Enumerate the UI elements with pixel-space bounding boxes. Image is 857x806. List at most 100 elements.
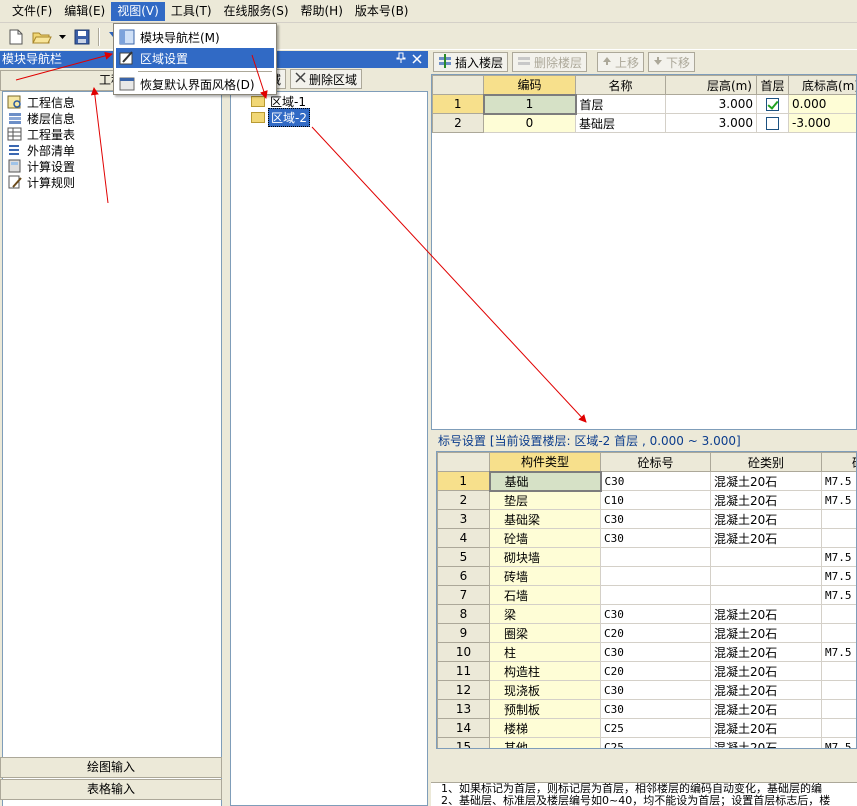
cell-component-type[interactable]: 石墙 [489,585,601,605]
cell-concrete-category[interactable] [710,585,822,605]
cell-component-type[interactable]: 砼墙 [489,528,601,548]
row-number[interactable]: 2 [437,490,490,510]
cell-mortar[interactable]: M7.5 [821,490,856,510]
table-row[interactable]: 7 石墙 M7.5 [437,585,856,605]
cell-first-floor[interactable] [756,94,789,114]
cell-height[interactable]: 3.000 [665,94,757,114]
row-number[interactable]: 1 [432,94,484,114]
cell-base-elevation[interactable]: 0.000 [788,94,856,114]
col-header-code[interactable]: 编码 [483,75,576,95]
row-number[interactable]: 3 [437,509,490,529]
cell-concrete-category[interactable]: 混凝土20石 [710,623,822,643]
move-up-button[interactable]: 上移 [597,52,645,72]
row-number[interactable]: 13 [437,699,490,719]
nav-item-external-list[interactable]: 外部清单 [7,142,75,158]
cell-mortar[interactable] [821,509,856,529]
cell-concrete-category[interactable]: 混凝土20石 [710,528,822,548]
table-row[interactable]: 13 预制板 C30 混凝土20石 [437,699,856,719]
cell-component-type[interactable]: 圈梁 [489,623,601,643]
cell-component-type[interactable]: 基础梁 [489,509,601,529]
insert-floor-button[interactable]: 插入楼层 [433,52,509,72]
cell-component-type[interactable]: 其他 [489,737,601,748]
table-row[interactable]: 6 砖墙 M7.5 [437,566,856,586]
cell-concrete-grade[interactable]: C25 [600,737,711,748]
nav-item-calc-settings[interactable]: 计算设置 [7,158,75,174]
cell-concrete-grade[interactable]: C25 [600,718,711,738]
cell-mortar[interactable] [821,528,856,548]
delete-region-button[interactable]: 删除区域 [290,69,363,89]
table-row[interactable]: 9 圈梁 C20 混凝土20石 [437,623,856,643]
cell-concrete-category[interactable]: 混凝土20石 [710,509,822,529]
first-floor-checkbox[interactable] [766,98,779,111]
row-number[interactable]: 1 [437,471,490,491]
cell-concrete-category[interactable]: 混凝土20石 [710,699,822,719]
menu-version[interactable]: 版本号(B) [349,2,415,21]
cell-concrete-grade[interactable] [600,585,711,605]
new-file-icon[interactable] [6,27,26,47]
row-number[interactable]: 4 [437,528,490,548]
cell-component-type[interactable]: 现浇板 [489,680,601,700]
move-down-button[interactable]: 下移 [648,52,696,72]
tree-node-region-2[interactable]: 区域-2 [251,107,310,127]
table-row[interactable]: 3 基础梁 C30 混凝土20石 [437,509,856,529]
cell-concrete-grade[interactable]: C30 [600,699,711,719]
table-row[interactable]: 1 1 首层 3.000 0.000 [432,93,856,115]
menu-view[interactable]: 视图(V) [111,1,165,21]
row-number[interactable]: 12 [437,680,490,700]
cell-concrete-category[interactable]: 混凝土20石 [710,490,822,510]
cell-concrete-category[interactable] [710,547,822,567]
cell-mortar[interactable] [821,623,856,643]
cell-concrete-grade[interactable]: C30 [600,509,711,529]
table-row[interactable]: 1 基础 C30 混凝土20石 M7.5 [437,470,856,492]
nav-item-floor-info[interactable]: 楼层信息 [7,110,75,126]
menu-online-service[interactable]: 在线服务(S) [218,2,295,21]
row-number[interactable]: 11 [437,661,490,681]
col-header-mortar[interactable]: 砂 [821,452,856,472]
cell-component-type[interactable]: 柱 [489,642,601,662]
cell-concrete-category[interactable]: 混凝土20石 [710,642,822,662]
drawing-input-button[interactable]: 绘图输入 [0,757,222,778]
row-number[interactable]: 10 [437,642,490,662]
cell-concrete-grade[interactable]: C20 [600,623,711,643]
cell-component-type[interactable]: 砌块墙 [489,547,601,567]
cell-mortar[interactable]: M7.5 [821,471,856,491]
cell-concrete-grade[interactable]: C30 [600,680,711,700]
cell-mortar[interactable] [821,604,856,624]
table-row[interactable]: 15 其他 C25 混凝土20石 M7.5 [437,737,856,748]
cell-concrete-grade[interactable]: C10 [600,490,711,510]
cell-name[interactable]: 首层 [575,94,666,114]
first-floor-checkbox[interactable] [766,117,779,130]
col-header-concrete-category[interactable]: 砼类别 [710,452,822,472]
menu-item-module-nav[interactable]: 模块导航栏(M) [116,27,274,47]
close-icon[interactable] [412,53,422,67]
cell-mortar[interactable]: M7.5 [821,737,856,748]
nav-item-calc-rules[interactable]: 计算规则 [7,174,75,190]
cell-mortar[interactable]: M7.5 [821,566,856,586]
cell-concrete-grade[interactable]: C30 [600,471,711,491]
table-row[interactable]: 14 楼梯 C25 混凝土20石 [437,718,856,738]
cell-mortar[interactable] [821,661,856,681]
cell-component-type[interactable]: 基础 [488,470,602,492]
col-header-base-elevation[interactable]: 底标高(m) [788,75,856,95]
table-row[interactable]: 12 现浇板 C30 混凝土20石 [437,680,856,700]
cell-mortar[interactable] [821,718,856,738]
cell-concrete-grade[interactable] [600,547,711,567]
dropdown-arrow-icon[interactable] [58,27,66,47]
cell-concrete-category[interactable]: 混凝土20石 [710,680,822,700]
cell-code[interactable]: 1 [482,93,577,115]
cell-mortar[interactable] [821,680,856,700]
cell-concrete-category[interactable]: 混凝土20石 [710,471,822,491]
cell-concrete-category[interactable]: 混凝土20石 [710,718,822,738]
menu-edit[interactable]: 编辑(E) [58,2,111,21]
nav-item-project-info[interactable]: 工程信息 [7,94,75,110]
cell-component-type[interactable]: 砖墙 [489,566,601,586]
cell-mortar[interactable] [821,699,856,719]
table-row[interactable]: 4 砼墙 C30 混凝土20石 [437,528,856,548]
cell-concrete-grade[interactable] [600,566,711,586]
delete-floor-button[interactable]: 删除楼层 [512,52,588,72]
menu-help[interactable]: 帮助(H) [295,2,349,21]
cell-mortar[interactable]: M7.5 [821,642,856,662]
cell-concrete-grade[interactable]: C20 [600,661,711,681]
cell-concrete-category[interactable]: 混凝土20石 [710,604,822,624]
col-header-component-type[interactable]: 构件类型 [489,452,601,472]
